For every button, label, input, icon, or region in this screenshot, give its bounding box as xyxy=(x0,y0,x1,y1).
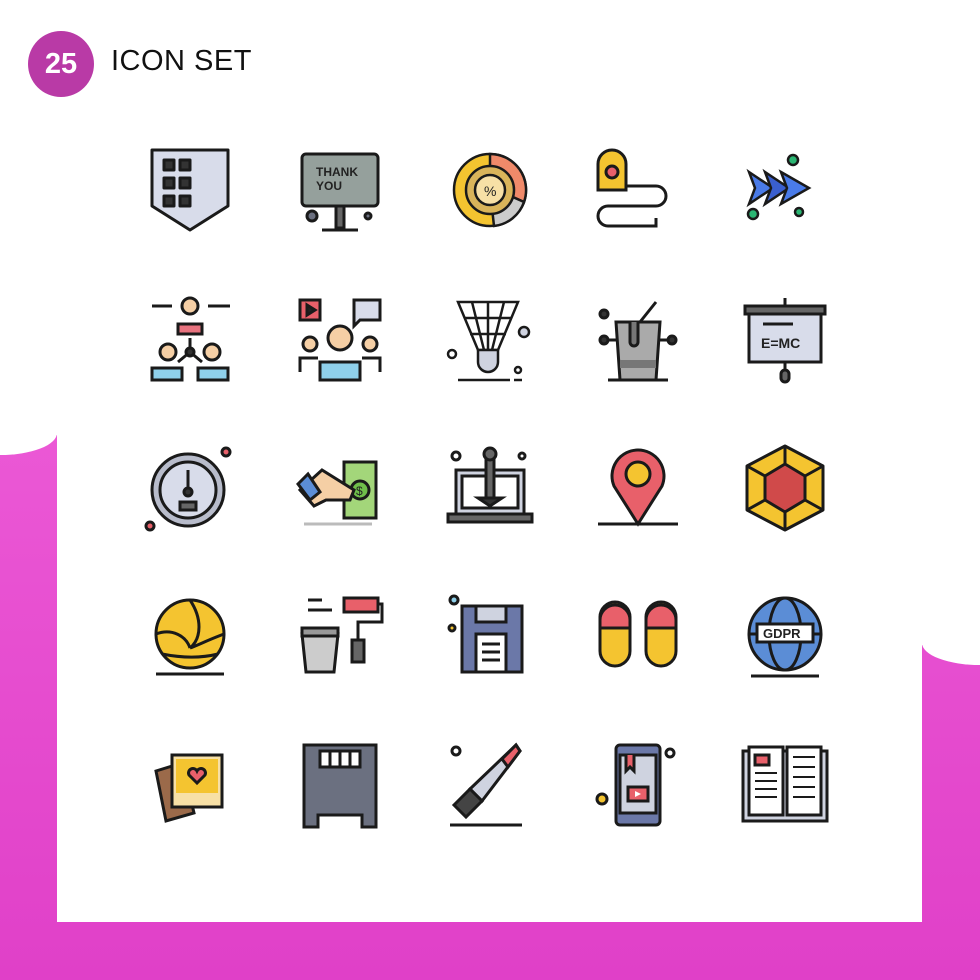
hand-payment-money-icon: $ xyxy=(292,440,388,536)
thank-you-billboard-icon: THANK YOU xyxy=(292,142,388,238)
laptop-joystick-icon xyxy=(442,440,538,536)
sd-card-icon xyxy=(292,737,388,833)
paint-roller-bucket-icon xyxy=(292,588,388,684)
percent-text: % xyxy=(484,183,496,199)
emc-presentation-board-icon: E=MC xyxy=(737,292,833,388)
ice-bucket-bottle-icon xyxy=(590,292,686,388)
shield-grid-icon xyxy=(142,142,238,238)
love-photos-icon xyxy=(142,737,238,833)
team-hierarchy-icon xyxy=(142,292,238,388)
billboard-text-line1: THANK xyxy=(316,165,358,179)
page-title: ICON SET xyxy=(111,45,252,77)
emc-text: E=MC xyxy=(761,335,800,351)
bloody-knife-icon xyxy=(442,737,538,833)
volleyball-icon xyxy=(142,588,238,684)
mobile-video-book-icon xyxy=(590,737,686,833)
3d-cube-icon xyxy=(737,440,833,536)
floppy-disk-icon xyxy=(442,588,538,684)
speedometer-gauge-icon xyxy=(142,440,238,536)
dollar-text: $ xyxy=(356,484,363,498)
location-pin-icon xyxy=(590,440,686,536)
shuttlecock-icon xyxy=(442,292,538,388)
percent-donut-chart-icon: % xyxy=(442,142,538,238)
count-text: 25 xyxy=(44,47,78,80)
slippers-icon xyxy=(590,588,686,684)
measuring-tape-icon xyxy=(590,142,686,238)
presenter-media-icon xyxy=(292,292,388,388)
count-badge: 25 xyxy=(28,31,94,97)
fast-forward-arrows-icon xyxy=(737,142,833,238)
background-white-right xyxy=(922,0,980,645)
open-book-icon xyxy=(737,737,833,833)
gdpr-globe-icon: GDPR xyxy=(737,588,833,684)
billboard-text-line2: YOU xyxy=(316,179,342,193)
gdpr-text: GDPR xyxy=(763,626,801,641)
